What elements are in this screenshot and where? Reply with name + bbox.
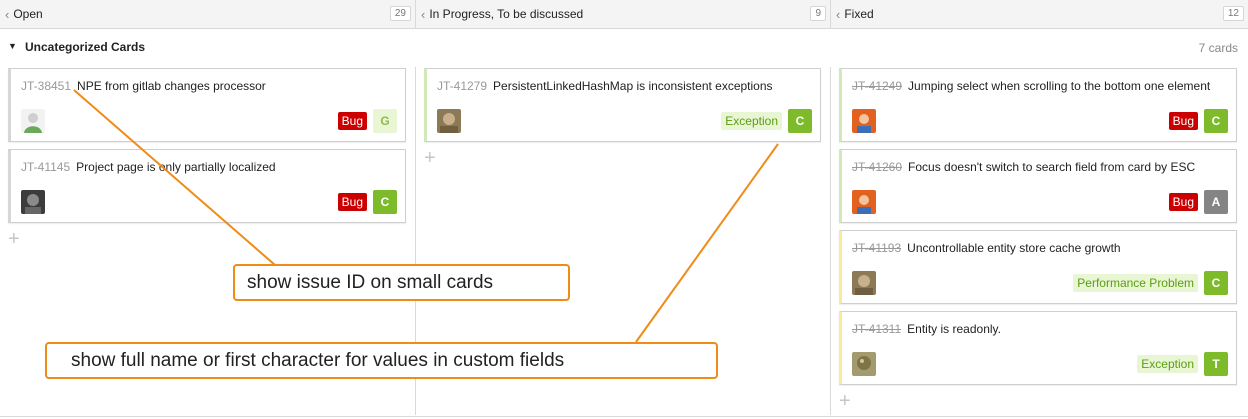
callout-issue-id: show issue ID on small cards bbox=[233, 264, 570, 301]
user-avatar-icon bbox=[852, 190, 876, 214]
issue-summary: Jumping select when scrolling to the bot… bbox=[908, 79, 1211, 93]
card-jt-38451[interactable]: JT-38451 NPE from gitlab changes processo… bbox=[8, 68, 406, 142]
column-title: In Progress, To be discussed bbox=[429, 7, 584, 21]
issue-summary: NPE from gitlab changes processor bbox=[77, 79, 266, 93]
plus-icon[interactable]: + bbox=[8, 229, 20, 249]
priority-badge[interactable]: C bbox=[1204, 109, 1228, 133]
card-jt-41193[interactable]: JT-41193 Uncontrollable entity store cach… bbox=[839, 230, 1237, 304]
user-avatar-icon bbox=[21, 190, 45, 214]
plus-icon[interactable]: + bbox=[424, 148, 436, 168]
column-count-badge: 9 bbox=[810, 6, 826, 21]
column-header-open[interactable]: ‹ Open 29 bbox=[0, 0, 416, 28]
issue-id-link[interactable]: JT-41145 bbox=[21, 160, 70, 174]
column-title: Open bbox=[13, 7, 43, 21]
swimlane-title: Uncategorized Cards bbox=[25, 40, 146, 54]
priority-badge[interactable]: C bbox=[373, 190, 397, 214]
column-header-fixed[interactable]: ‹ Fixed 12 bbox=[831, 0, 1248, 28]
card-jt-41279[interactable]: JT-41279 PersistentLinkedHashMap is incon… bbox=[424, 68, 821, 142]
priority-badge[interactable]: C bbox=[788, 109, 812, 133]
callout-text: show issue ID on small cards bbox=[247, 271, 494, 293]
type-tag[interactable]: Performance Problem bbox=[1073, 274, 1198, 292]
type-tag[interactable]: Exception bbox=[1137, 355, 1198, 373]
user-avatar-icon bbox=[852, 271, 876, 295]
plus-icon[interactable]: + bbox=[839, 391, 851, 411]
card-jt-41260[interactable]: JT-41260 Focus doesn't switch to search f… bbox=[839, 149, 1237, 223]
column-divider bbox=[830, 67, 831, 415]
issue-summary: Project page is only partially localized bbox=[76, 160, 276, 174]
column-title: Fixed bbox=[844, 7, 874, 21]
issue-id-link[interactable]: JT-38451 bbox=[21, 79, 71, 93]
issue-id-link[interactable]: JT-41311 bbox=[852, 322, 901, 336]
issue-id-link[interactable]: JT-41249 bbox=[852, 79, 902, 93]
column-count-badge: 29 bbox=[389, 6, 411, 21]
priority-badge[interactable]: T bbox=[1204, 352, 1228, 376]
card-jt-41145[interactable]: JT-41145 Project page is only partially l… bbox=[8, 149, 406, 223]
issue-id-link[interactable]: JT-41193 bbox=[852, 241, 901, 255]
issue-id-link[interactable]: JT-41260 bbox=[852, 160, 902, 174]
column-header-bar: ‹ Open 29 ‹ In Progress, To be discussed… bbox=[0, 0, 1248, 29]
board-bottom-border bbox=[0, 416, 1248, 417]
swimlane-uncategorized: ▼ Uncategorized Cards 7 cards bbox=[0, 29, 1248, 67]
type-tag[interactable]: Bug bbox=[337, 193, 367, 211]
issue-summary: Entity is readonly. bbox=[907, 322, 1001, 336]
user-avatar-icon bbox=[852, 352, 876, 376]
user-avatar-icon bbox=[852, 109, 876, 133]
card-jt-41249[interactable]: JT-41249 Jumping select when scrolling to… bbox=[839, 68, 1237, 142]
priority-badge[interactable]: G bbox=[373, 109, 397, 133]
user-avatar-icon bbox=[21, 109, 45, 133]
type-tag[interactable]: Bug bbox=[337, 112, 367, 130]
type-tag[interactable]: Exception bbox=[721, 112, 782, 130]
callout-custom-fields: show full name or first character for va… bbox=[45, 342, 718, 379]
issue-summary: Focus doesn't switch to search field fro… bbox=[908, 160, 1196, 174]
user-avatar-icon bbox=[437, 109, 461, 133]
chevron-left-icon[interactable]: ‹ bbox=[5, 7, 9, 22]
type-tag[interactable]: Bug bbox=[1168, 112, 1198, 130]
column-count-badge: 12 bbox=[1222, 6, 1244, 21]
triangle-down-icon[interactable]: ▼ bbox=[8, 41, 17, 51]
swimlane-card-count: 7 cards bbox=[1198, 41, 1238, 55]
column-header-in-progress[interactable]: ‹ In Progress, To be discussed 9 bbox=[416, 0, 831, 28]
card-jt-41311[interactable]: JT-41311 Entity is readonly. Exception T bbox=[839, 311, 1237, 385]
type-tag[interactable]: Bug bbox=[1168, 193, 1198, 211]
priority-badge[interactable]: A bbox=[1204, 190, 1228, 214]
issue-id-link[interactable]: JT-41279 bbox=[437, 79, 487, 93]
callout-text: show full name or first character for va… bbox=[71, 349, 565, 371]
chevron-left-icon[interactable]: ‹ bbox=[421, 7, 425, 22]
priority-badge[interactable]: C bbox=[1204, 271, 1228, 295]
issue-summary: Uncontrollable entity store cache growth bbox=[907, 241, 1121, 255]
issue-summary: PersistentLinkedHashMap is inconsistent … bbox=[493, 79, 773, 93]
chevron-left-icon[interactable]: ‹ bbox=[836, 7, 840, 22]
